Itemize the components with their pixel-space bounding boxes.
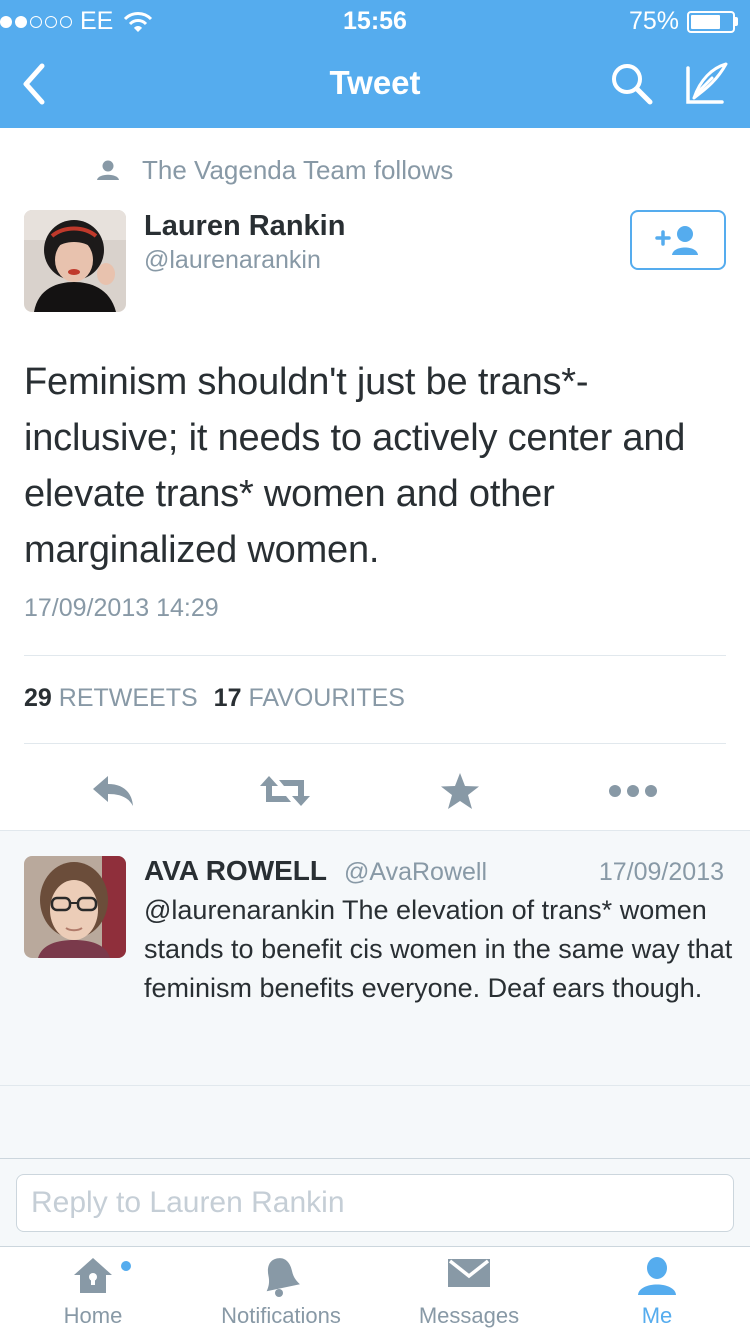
tweet-timestamp: 17/09/2013 14:29: [24, 594, 219, 622]
retweet-label: RETWEETS: [58, 684, 198, 712]
reply-author-avatar[interactable]: [24, 856, 126, 958]
bell-icon: [266, 1258, 300, 1297]
tab-bar: Home Notifications Messages Me: [0, 1246, 750, 1334]
social-context-text: The Vagenda Team follows: [142, 154, 454, 185]
battery-percent: 75%: [628, 7, 679, 35]
favourite-stat[interactable]: 17 FAVOURITES: [214, 684, 405, 713]
tab-me[interactable]: Me: [600, 1247, 714, 1334]
tab-messages[interactable]: Messages: [403, 1247, 535, 1334]
tweet-stats: 29 RETWEETS 17 FAVOURITES: [24, 684, 405, 713]
search-button[interactable]: [608, 60, 656, 108]
favourite-count: 17: [213, 684, 242, 712]
reply-author-name[interactable]: AVA ROWELL: [144, 855, 327, 887]
tab-me-label: Me: [641, 1303, 673, 1328]
tweet-actions: [0, 760, 750, 816]
status-bar: EE 15:56 75%: [0, 0, 750, 40]
retweet-count: 29: [24, 684, 52, 712]
follow-button[interactable]: [630, 210, 726, 270]
tweet-text: Feminism shouldn't just be trans*-inclus…: [24, 361, 686, 571]
reply-text: @laurenarankin The elevation of trans* w…: [144, 895, 733, 1003]
tab-notifications-label: Notifications: [221, 1303, 341, 1328]
reply-timestamp: 17/09/2013: [598, 858, 724, 886]
reply-icon: [93, 776, 133, 806]
favourite-label: FAVOURITES: [248, 684, 405, 712]
reply-author-handle[interactable]: @AvaRowell: [344, 858, 487, 887]
reply-input[interactable]: [16, 1174, 734, 1232]
navigation-bar: Tweet: [0, 40, 750, 128]
author-name[interactable]: Lauren Rankin: [144, 210, 345, 243]
compose-tweet-button[interactable]: [682, 60, 732, 108]
battery-status: 75%: [629, 7, 738, 36]
reply-composer: [0, 1158, 750, 1246]
compose-quill-icon: [686, 62, 728, 104]
person-icon: [97, 160, 119, 180]
author-handle[interactable]: @laurenarankin: [144, 246, 321, 275]
person-icon: [638, 1257, 676, 1295]
notification-dot: [121, 1261, 131, 1271]
divider: [24, 655, 726, 656]
retweet-button[interactable]: [255, 766, 315, 816]
retweet-icon: [260, 776, 310, 806]
author-avatar[interactable]: [24, 210, 126, 312]
tab-notifications[interactable]: Notifications: [206, 1247, 356, 1334]
more-button[interactable]: [603, 766, 663, 816]
tab-home[interactable]: Home: [28, 1247, 158, 1334]
divider: [24, 743, 726, 744]
star-icon: [441, 773, 479, 809]
tab-messages-label: Messages: [418, 1303, 520, 1328]
search-icon: [612, 64, 653, 105]
retweet-stat[interactable]: 29 RETWEETS: [24, 684, 198, 713]
replies-section: AVA ROWELL @AvaRowell 17/09/2013 @lauren…: [0, 830, 750, 1158]
reply-button[interactable]: [83, 766, 143, 816]
favourite-button[interactable]: [430, 766, 490, 816]
more-dots-icon: [609, 785, 657, 797]
social-context: The Vagenda Team follows: [96, 150, 453, 190]
battery-icon: [687, 10, 735, 33]
top-header: EE 15:56 75% Tweet: [0, 0, 750, 128]
home-icon: [74, 1258, 112, 1293]
add-user-icon: [655, 226, 698, 255]
reply-tweet[interactable]: AVA ROWELL @AvaRowell 17/09/2013 @lauren…: [0, 831, 750, 1086]
tab-home-label: Home: [63, 1303, 123, 1328]
envelope-icon: [448, 1259, 490, 1287]
